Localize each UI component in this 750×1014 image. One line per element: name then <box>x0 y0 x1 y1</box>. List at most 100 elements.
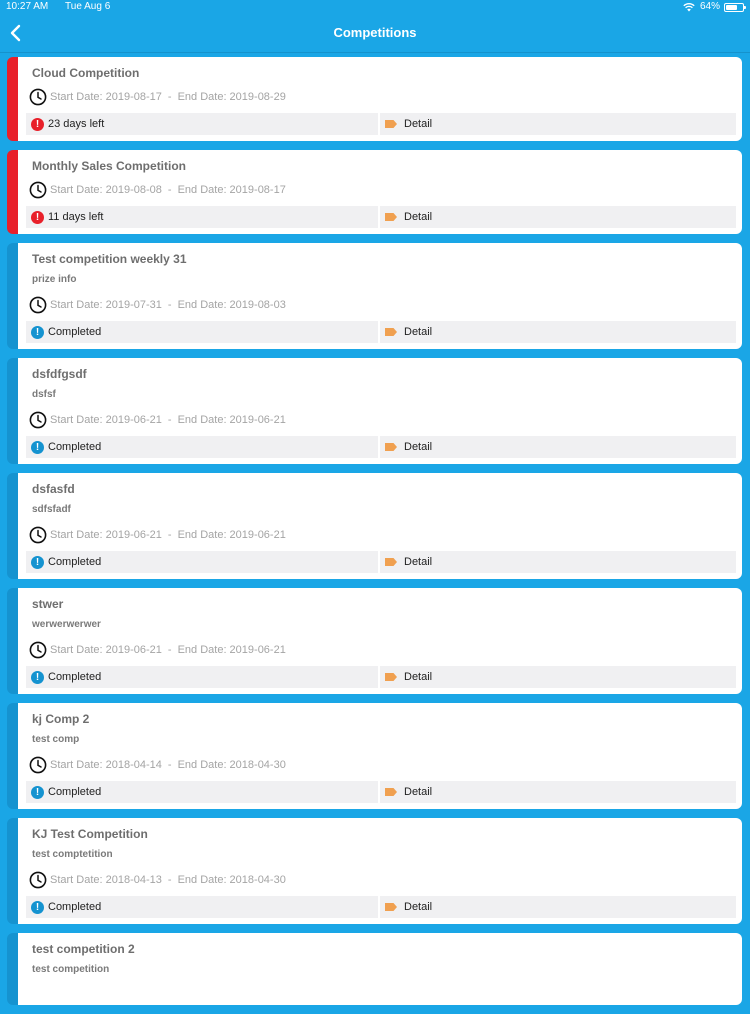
status-text: Completed <box>48 671 102 683</box>
start-date: Start Date: 2018-04-13 <box>50 874 162 886</box>
detail-label: Detail <box>404 671 433 683</box>
date-separator: - <box>167 91 172 103</box>
date-separator: - <box>167 299 172 311</box>
tag-icon <box>385 213 397 221</box>
end-date: End Date: 2019-06-21 <box>177 644 286 656</box>
competition-status: ! Completed <box>26 551 378 573</box>
competition-card[interactable]: KJ Test Competition test comptetition Star… <box>7 818 742 924</box>
page-title: Competitions <box>333 25 417 40</box>
end-date: End Date: 2019-08-29 <box>177 91 286 103</box>
start-date: Start Date: 2019-07-31 <box>50 299 162 311</box>
date-separator: - <box>167 184 172 196</box>
competition-dates: Start Date: 2019-08-08- End Date: 2019-08… <box>29 180 736 200</box>
competition-title: KJ Test Competition <box>32 827 148 841</box>
detail-button[interactable]: Detail <box>380 551 736 573</box>
competition-subtitle: sdfsfadf <box>32 504 71 515</box>
competition-dates: Start Date: 2019-07-31- End Date: 2019-08… <box>29 295 736 315</box>
end-date: End Date: 2018-04-30 <box>177 874 286 886</box>
date-separator: - <box>167 414 172 426</box>
competition-card[interactable]: kj Comp 2 test comp Start Date: 2018-04-14… <box>7 703 742 809</box>
competition-card[interactable]: dsfasfd sdfsfadf Start Date: 2019-06-21- En… <box>7 473 742 579</box>
detail-label: Detail <box>404 786 433 798</box>
competition-subtitle: werwerwerwer <box>32 619 101 630</box>
competition-status: ! 23 days left <box>26 113 378 135</box>
status-text: Completed <box>48 441 102 453</box>
start-date: Start Date: 2019-06-21 <box>50 529 162 541</box>
tag-icon <box>385 120 397 128</box>
date-separator: - <box>167 759 172 771</box>
competition-status: ! Completed <box>26 666 378 688</box>
detail-button[interactable]: Detail <box>380 896 736 918</box>
clock-icon <box>29 756 47 774</box>
tag-icon <box>385 673 397 681</box>
end-date: End Date: 2019-08-17 <box>177 184 286 196</box>
detail-button[interactable]: Detail <box>380 781 736 803</box>
status-date: Tue Aug 6 <box>65 1 111 12</box>
competition-status: ! Completed <box>26 436 378 458</box>
competition-card[interactable]: stwer werwerwerwer Start Date: 2019-06-21-… <box>7 588 742 694</box>
competition-card[interactable]: Test competition weekly 31 prize info Star… <box>7 243 742 349</box>
status-text: Completed <box>48 786 102 798</box>
status-text: 23 days left <box>48 118 105 130</box>
competition-title: kj Comp 2 <box>32 712 90 726</box>
detail-label: Detail <box>404 556 433 568</box>
tag-icon <box>385 328 397 336</box>
competition-title: Monthly Sales Competition <box>32 159 187 173</box>
clock-icon <box>29 88 47 106</box>
detail-label: Detail <box>404 118 433 130</box>
start-date: Start Date: 2018-04-14 <box>50 759 162 771</box>
battery-percent: 64% <box>699 1 720 12</box>
status-text: 11 days left <box>48 211 104 223</box>
date-separator: - <box>167 644 172 656</box>
competition-title: dsfdfgsdf <box>32 367 87 381</box>
detail-button[interactable]: Detail <box>380 666 736 688</box>
competition-footer: ! Completed Detail <box>26 321 736 343</box>
competition-list: Cloud Competition Start Date: 2019-08-17-… <box>7 57 742 1014</box>
competition-card[interactable]: Monthly Sales Competition Start Date: 201… <box>7 150 742 234</box>
navigation-bar: Competitions <box>0 14 750 53</box>
detail-label: Detail <box>404 326 433 338</box>
exclamation-icon: ! <box>31 117 44 131</box>
status-bar: 10:27 AM Tue Aug 6 64% <box>0 0 750 14</box>
competition-title: Test competition weekly 31 <box>32 252 187 266</box>
competition-footer: ! Completed Detail <box>26 436 736 458</box>
competition-footer: ! 23 days left Detail <box>26 113 736 135</box>
status-time: 10:27 AM <box>6 1 49 12</box>
competition-status: ! Completed <box>26 321 378 343</box>
competition-footer: ! 11 days left Detail <box>26 206 736 228</box>
start-date: Start Date: 2019-06-21 <box>50 644 162 656</box>
competition-title: stwer <box>32 597 64 611</box>
end-date: End Date: 2019-06-21 <box>177 414 286 426</box>
tag-icon <box>385 558 397 566</box>
exclamation-icon: ! <box>31 440 44 454</box>
detail-label: Detail <box>404 901 433 913</box>
exclamation-icon: ! <box>31 785 44 799</box>
date-separator: - <box>167 529 172 541</box>
end-date: End Date: 2019-06-21 <box>177 529 286 541</box>
competition-dates: Start Date: 2019-08-17- End Date: 2019-08… <box>29 87 736 107</box>
start-date: Start Date: 2019-06-21 <box>50 414 162 426</box>
competition-dates: Start Date: 2018-04-13- End Date: 2018-04… <box>29 870 736 890</box>
exclamation-icon: ! <box>31 900 44 914</box>
status-text: Completed <box>48 326 102 338</box>
competition-card[interactable]: test competition 2 test competition <box>7 933 742 1005</box>
detail-button[interactable]: Detail <box>380 321 736 343</box>
detail-button[interactable]: Detail <box>380 436 736 458</box>
detail-button[interactable]: Detail <box>380 113 736 135</box>
clock-icon <box>29 871 47 889</box>
competition-card[interactable]: dsfdfgsdf dsfsf Start Date: 2019-06-21- End… <box>7 358 742 464</box>
clock-icon <box>29 411 47 429</box>
status-text: Completed <box>48 556 102 568</box>
detail-label: Detail <box>404 211 433 223</box>
competition-card[interactable]: Cloud Competition Start Date: 2019-08-17-… <box>7 57 742 141</box>
exclamation-icon: ! <box>31 670 44 684</box>
competition-subtitle: dsfsf <box>32 389 56 400</box>
competition-dates: Start Date: 2019-06-21- End Date: 2019-06… <box>29 640 736 660</box>
competition-dates: Start Date: 2018-04-14- End Date: 2018-04… <box>29 755 736 775</box>
competition-footer: ! Completed Detail <box>26 551 736 573</box>
competition-dates: Start Date: 2019-06-21- End Date: 2019-06… <box>29 525 736 545</box>
competition-subtitle: prize info <box>32 274 77 285</box>
end-date: End Date: 2019-08-03 <box>177 299 286 311</box>
competition-status: ! Completed <box>26 781 378 803</box>
detail-button[interactable]: Detail <box>380 206 736 228</box>
